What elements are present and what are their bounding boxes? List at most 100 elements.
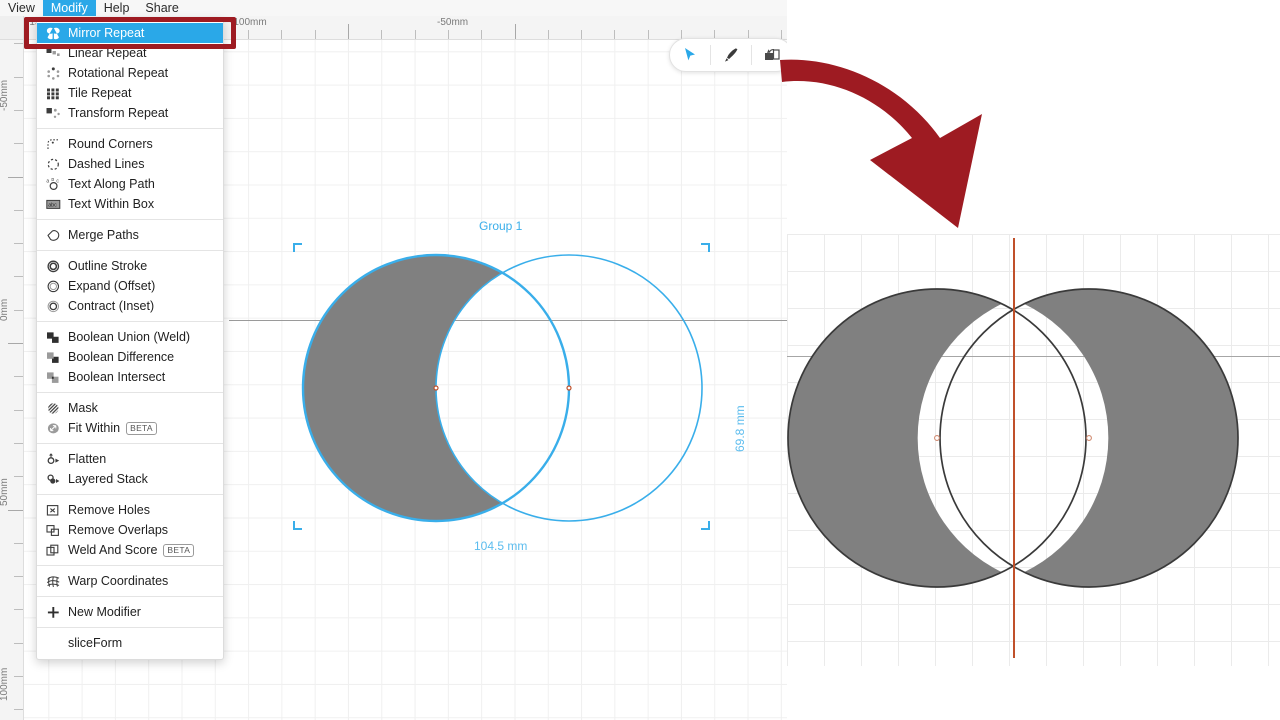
- ruler-left-tick: [14, 709, 23, 710]
- ruler-top-tick: [548, 30, 549, 39]
- ruler-left-label: 50mm: [0, 478, 10, 506]
- menu-separator: [37, 392, 223, 393]
- ruler-corner: [0, 16, 24, 40]
- menu-item-dashed-lines[interactable]: Dashed Lines: [37, 154, 223, 174]
- menu-item-linear-repeat[interactable]: Linear Repeat: [37, 43, 223, 63]
- menu-item-warp-coordinates[interactable]: Warp Coordinates: [37, 571, 223, 591]
- tile-repeat-icon: [43, 85, 63, 101]
- contract-inset-icon: [43, 298, 63, 314]
- linear-repeat-icon: [43, 45, 63, 61]
- ruler-left-tick: [14, 276, 23, 277]
- menu-item-tile-repeat[interactable]: Tile Repeat: [37, 83, 223, 103]
- result-left-center-handle: [934, 435, 940, 441]
- ruler-top-label: -100mm: [230, 17, 267, 28]
- ruler-left-tick: [14, 210, 23, 211]
- menu-item-text-within-box[interactable]: abc Text Within Box: [37, 194, 223, 214]
- ruler-left-tick: [14, 543, 23, 544]
- menu-item-label: Contract (Inset): [68, 299, 155, 313]
- menu-item-layered-stack[interactable]: Layered Stack: [37, 469, 223, 489]
- menu-item-round-corners[interactable]: Round Corners: [37, 134, 223, 154]
- cursor-arrow-icon: [685, 48, 695, 61]
- ruler-top-tick: [381, 30, 382, 39]
- menu-item-outline-stroke[interactable]: Outline Stroke: [37, 256, 223, 276]
- ruler-top-label: -50mm: [437, 17, 469, 28]
- modify-dropdown-menu[interactable]: Mirror Repeat Linear Repeat Rotational Rep…: [36, 18, 224, 660]
- selection-height-label: 69.8 mm: [733, 405, 747, 452]
- select-tool-button[interactable]: [670, 39, 710, 71]
- menu-item-flatten[interactable]: Flatten: [37, 449, 223, 469]
- menu-item-label: Tile Repeat: [68, 86, 132, 100]
- menu-item-fit-within[interactable]: Fit Within BETA: [37, 418, 223, 438]
- ruler-top-tick: [648, 30, 649, 39]
- menu-item-label: Fit Within: [68, 421, 121, 435]
- menu-item-remove-overlaps[interactable]: Remove Overlaps: [37, 520, 223, 540]
- ruler-left-tick: [14, 243, 23, 244]
- ruler-left-tick: [14, 609, 23, 610]
- ruler-top-tick: [515, 24, 516, 39]
- menu-item-label: Expand (Offset): [68, 279, 156, 293]
- menubar-item-view[interactable]: View: [0, 0, 43, 16]
- menu-item-merge-paths[interactable]: Merge Paths: [37, 225, 223, 245]
- menu-item-new-modifier[interactable]: New Modifier: [37, 602, 223, 622]
- mirror-axis-line: [1013, 238, 1015, 658]
- ruler-left-tick: [14, 643, 23, 644]
- import-tool-button[interactable]: [752, 39, 787, 71]
- svg-text:abc: abc: [48, 202, 57, 208]
- menu-item-transform-repeat[interactable]: Transform Repeat: [37, 103, 223, 123]
- ruler-top-tick: [348, 24, 349, 39]
- menu-item-expand-offset[interactable]: Expand (Offset): [37, 276, 223, 296]
- menubar-item-share[interactable]: Share: [137, 0, 186, 16]
- menu-item-remove-holes[interactable]: Remove Holes: [37, 500, 223, 520]
- menu-item-label: Text Within Box: [68, 197, 155, 211]
- result-artwork: [787, 288, 1239, 588]
- round-corners-icon: [43, 136, 63, 152]
- menu-item-label: Rotational Repeat: [68, 66, 169, 80]
- ruler-top-tick: [448, 30, 449, 39]
- menu-item-label: Remove Holes: [68, 503, 150, 517]
- outline-stroke-icon: [43, 258, 63, 274]
- menu-item-boolean-difference[interactable]: Boolean Difference: [37, 347, 223, 367]
- ruler-left-tick: [8, 510, 23, 511]
- menu-item-label: Linear Repeat: [68, 46, 147, 60]
- ruler-left-tick: [14, 77, 23, 78]
- menu-separator: [37, 128, 223, 129]
- ruler-top-tick: [781, 30, 782, 39]
- mask-icon: [43, 400, 63, 416]
- menu-item-boolean-union-weld[interactable]: Boolean Union (Weld): [37, 327, 223, 347]
- menu-item-label: Boolean Intersect: [68, 370, 166, 384]
- merge-paths-icon: [43, 227, 63, 243]
- pen-nib-icon: [724, 48, 738, 62]
- menu-item-contract-inset[interactable]: Contract (Inset): [37, 296, 223, 316]
- selection-corner-br: [700, 520, 710, 530]
- ruler-left[interactable]: -50mm 0mm 50mm 100mm: [0, 16, 24, 720]
- ruler-left-label: 0mm: [0, 298, 10, 321]
- weld-and-score-icon: [43, 542, 63, 558]
- svg-text:b: b: [51, 178, 54, 183]
- menu-item-rotational-repeat[interactable]: Rotational Repeat: [37, 63, 223, 83]
- selection-corner-tr: [700, 243, 710, 253]
- menu-item-weld-and-score[interactable]: Weld And Score BETA: [37, 540, 223, 560]
- svg-text:c: c: [56, 178, 59, 184]
- menu-item-boolean-intersect[interactable]: Boolean Intersect: [37, 367, 223, 387]
- svg-text:a: a: [46, 178, 49, 184]
- ruler-top-tick: [248, 30, 249, 39]
- menu-item-sliceform[interactable]: sliceForm: [37, 633, 223, 653]
- ruler-left-tick: [14, 43, 23, 44]
- menu-item-mirror-repeat[interactable]: Mirror Repeat: [37, 23, 223, 43]
- menu-item-mask[interactable]: Mask: [37, 398, 223, 418]
- plus-icon: [43, 604, 63, 620]
- menu-separator: [37, 219, 223, 220]
- menubar-item-modify[interactable]: Modify: [42, 0, 96, 16]
- menu-item-label: Text Along Path: [68, 177, 155, 191]
- ruler-left-label: -50mm: [0, 79, 10, 111]
- remove-holes-icon: [43, 502, 63, 518]
- menu-item-label: Layered Stack: [68, 472, 148, 486]
- menu-item-label: Dashed Lines: [68, 157, 145, 171]
- ruler-left-tick: [14, 143, 23, 144]
- menu-separator: [37, 250, 223, 251]
- ruler-left-tick: [8, 343, 23, 344]
- menu-item-text-along-path[interactable]: a b c Text Along Path: [37, 174, 223, 194]
- pen-tool-button[interactable]: [711, 39, 751, 71]
- menubar-item-help[interactable]: Help: [96, 0, 138, 16]
- result-preview-pane: [787, 0, 1280, 720]
